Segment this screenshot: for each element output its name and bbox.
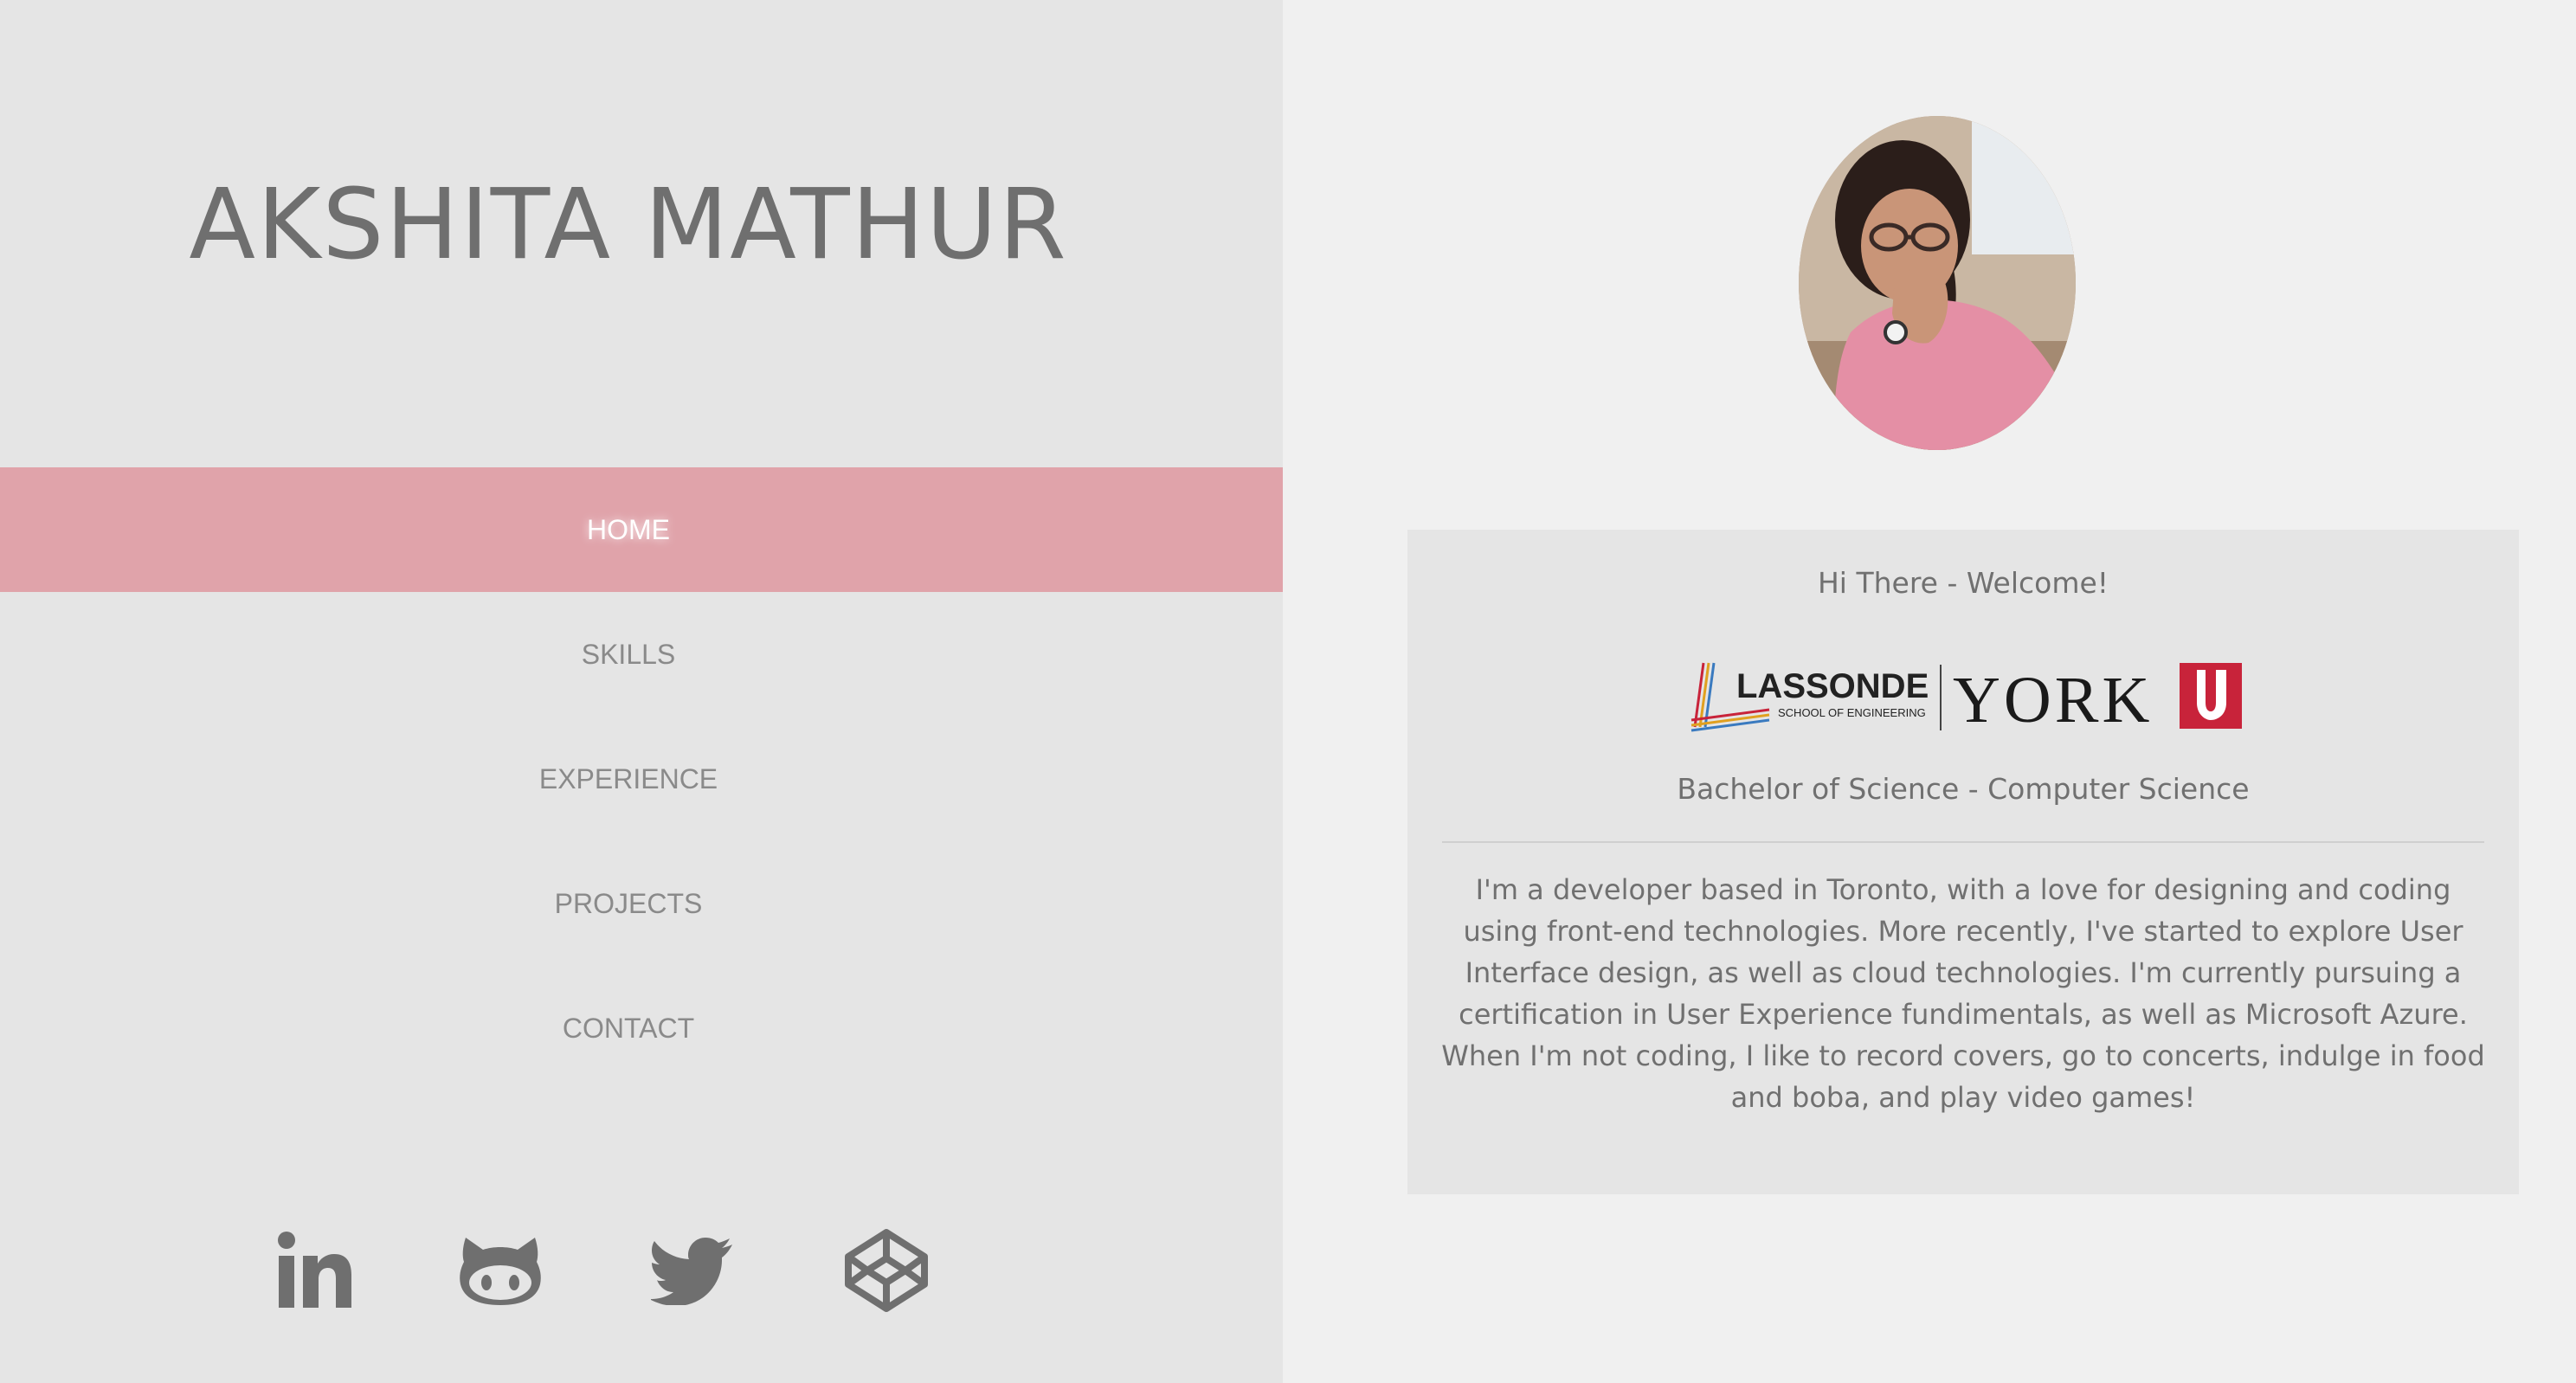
main-nav: HOME SKILLS EXPERIENCE PROJECTS CONTACT <box>0 467 1283 1090</box>
about-card: Hi There - Welcome! LASSONDE SCHOOL OF E… <box>1407 530 2519 1194</box>
logo-lassonde-text: LASSONDE <box>1736 667 1929 705</box>
card-divider <box>1442 841 2484 843</box>
codepen-link[interactable] <box>843 1227 930 1314</box>
github-link[interactable] <box>457 1227 544 1314</box>
twitter-link[interactable] <box>649 1227 736 1314</box>
profile-photo <box>1799 116 2076 450</box>
university-logo-graphic: LASSONDE SCHOOL OF ENGINEERING YORK <box>1690 662 2242 737</box>
nav-item-contact[interactable]: CONTACT <box>0 966 1283 1090</box>
social-links <box>0 1227 1283 1314</box>
codepen-icon <box>845 1229 928 1312</box>
twitter-icon <box>651 1238 732 1305</box>
nav-item-home[interactable]: HOME <box>0 467 1283 592</box>
linkedin-link[interactable] <box>271 1227 357 1314</box>
github-icon <box>460 1238 541 1305</box>
profile-photo-illustration <box>1799 116 2076 450</box>
welcome-heading: Hi There - Welcome! <box>1817 566 2109 600</box>
logo-york-text: YORK <box>1953 664 2153 736</box>
degree-text: Bachelor of Science - Computer Science <box>1677 772 2250 806</box>
site-title: AKSHITA MATHUR <box>189 169 1068 281</box>
portfolio-page: AKSHITA MATHUR HOME SKILLS EXPERIENCE PR… <box>0 0 2576 1383</box>
logo-school-text: SCHOOL OF ENGINEERING <box>1778 706 1926 719</box>
nav-item-projects[interactable]: PROJECTS <box>0 841 1283 966</box>
left-panel: AKSHITA MATHUR HOME SKILLS EXPERIENCE PR… <box>0 0 1283 1383</box>
linkedin-icon <box>278 1232 351 1308</box>
about-paragraph: I'm a developer based in Toronto, with a… <box>1441 873 2485 1114</box>
nav-item-skills[interactable]: SKILLS <box>0 592 1283 717</box>
nav-item-experience[interactable]: EXPERIENCE <box>0 717 1283 841</box>
lassonde-york-logo: LASSONDE SCHOOL OF ENGINEERING YORK <box>1688 658 2242 737</box>
